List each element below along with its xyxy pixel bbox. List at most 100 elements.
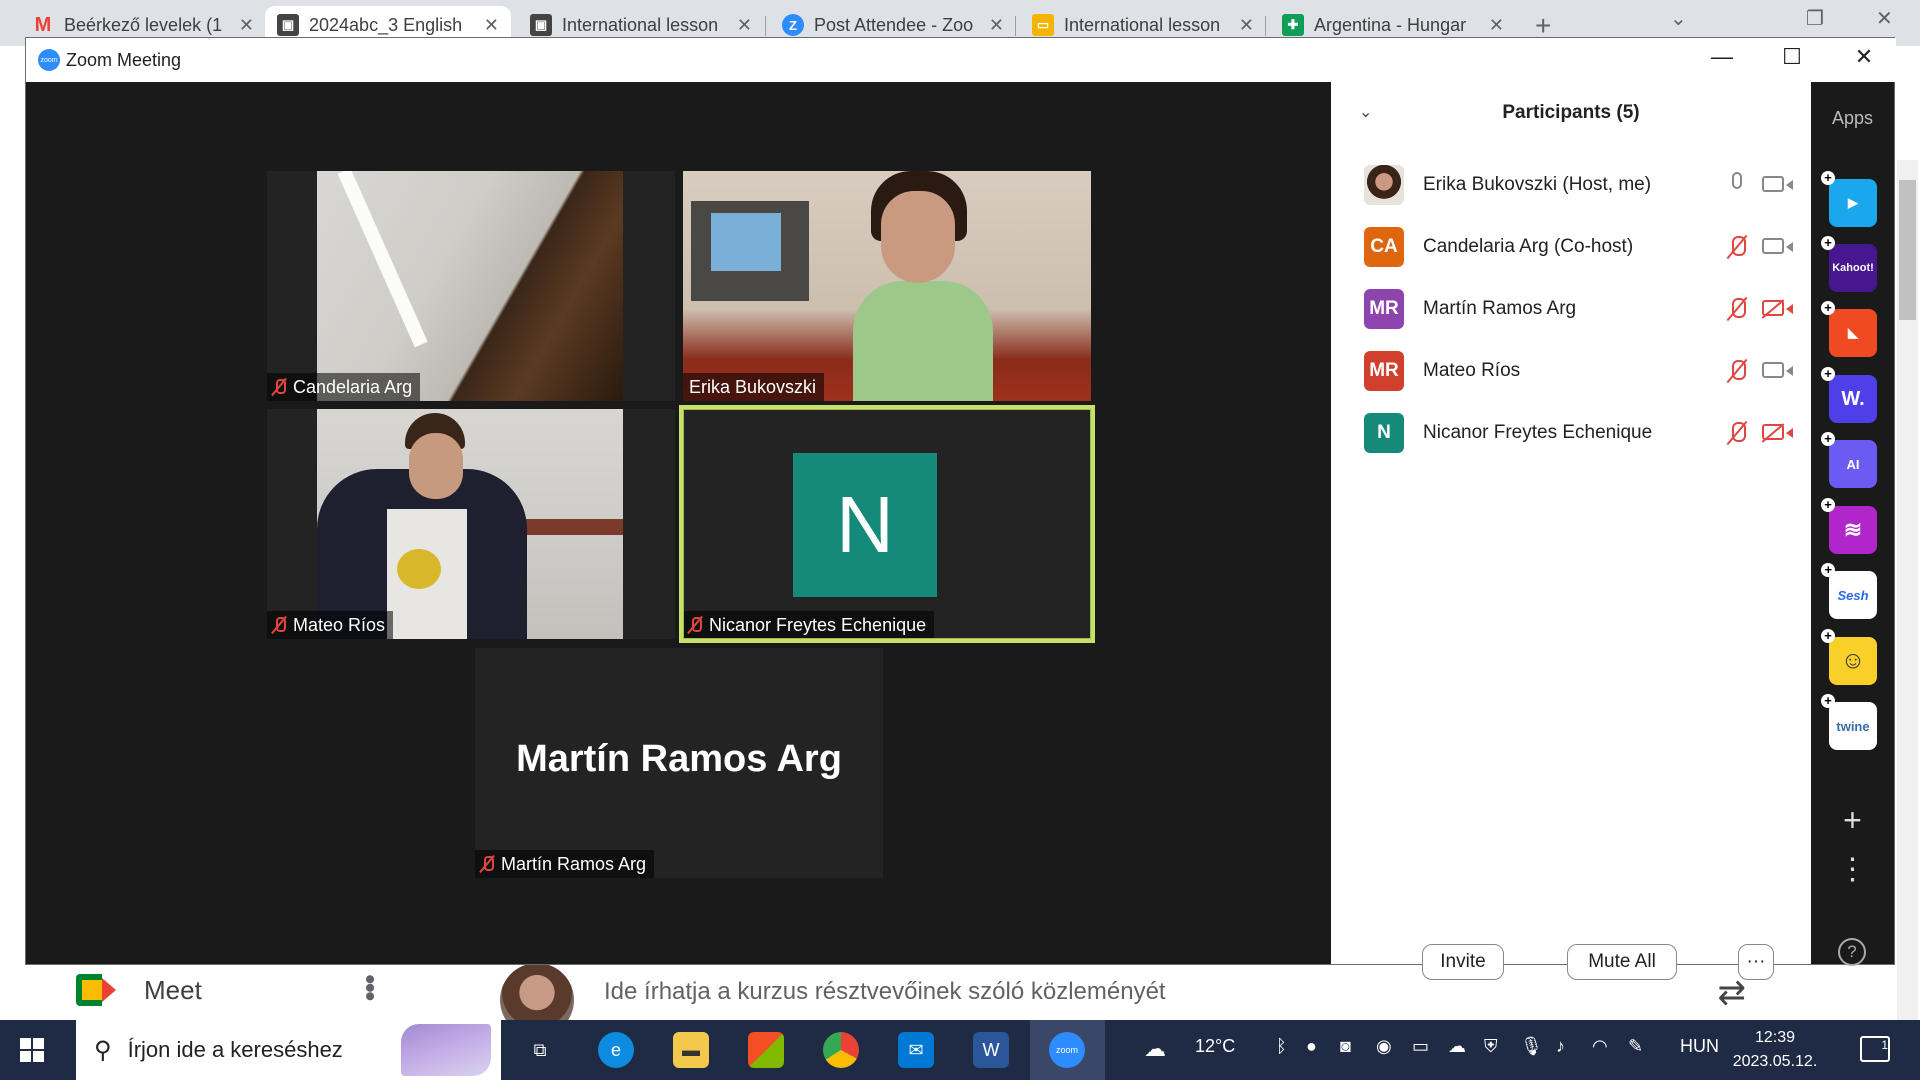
avatar: CA (1364, 227, 1404, 267)
video-gallery: Candelaria Arg Erika Bukovszki Mateo Río… (26, 82, 1330, 964)
store-icon[interactable] (748, 1032, 784, 1068)
tab-title: Beérkező levelek (1 (64, 14, 223, 35)
more-icon[interactable]: ⋮ (1811, 852, 1894, 887)
restore-icon[interactable]: ❐ (1806, 6, 1824, 31)
kahoot-app-icon[interactable]: + Kahoot! (1821, 236, 1877, 292)
meet-bar[interactable]: Meet ••• (46, 962, 411, 1018)
participants-title: Participants (5) (1502, 102, 1640, 123)
repost-icon[interactable]: ⇄ (1718, 973, 1747, 1013)
participant-name: Erika Bukovszki (689, 376, 817, 397)
close-icon[interactable]: ✕ (239, 15, 254, 36)
more-options-button[interactable]: ··· (1738, 944, 1774, 980)
weather-icon[interactable]: ☁ (1144, 1036, 1166, 1062)
mail-icon[interactable]: ✉ (898, 1032, 934, 1068)
wifi-icon[interactable]: ◠ (1592, 1036, 1608, 1057)
bluetooth-icon[interactable]: ᛒ (1276, 1036, 1287, 1057)
tab-title: International lesson (1064, 14, 1221, 35)
microphone-icon[interactable]: 🎙 (1520, 1036, 1543, 1057)
close-icon[interactable]: ✕ (989, 15, 1004, 36)
chrome-icon[interactable] (823, 1032, 859, 1068)
close-icon[interactable]: ✕ (484, 15, 499, 36)
zoom-window: zoom Zoom Meeting — ☐ ✕ Candelaria Arg E… (25, 37, 1896, 980)
participant-row[interactable]: CA Candelaria Arg (Co-host) (1331, 216, 1811, 278)
clock-date: 2023.05.12. (1732, 1053, 1818, 1070)
camera-off-icon[interactable] (1762, 300, 1793, 318)
add-app-icon[interactable]: + (1811, 802, 1894, 839)
camera-icon[interactable] (1762, 176, 1793, 194)
volume-icon[interactable]: ♪ (1556, 1036, 1565, 1057)
participant-name: Candelaria Arg (293, 376, 413, 397)
participant-row[interactable]: MR Martín Ramos Arg (1331, 278, 1811, 340)
language-indicator[interactable]: HUN (1680, 1036, 1719, 1057)
windows-start-icon[interactable] (20, 1038, 44, 1062)
onedrive-icon[interactable]: ☁ (1448, 1036, 1466, 1057)
taskbar-search[interactable]: ⚲ Írjon ide a kereséshez (76, 1020, 501, 1080)
mic-muted-icon (273, 378, 286, 396)
chevron-down-icon[interactable]: ⌄ (1670, 6, 1687, 31)
security-icon[interactable]: ⛨ (1484, 1036, 1498, 1057)
classroom-icon: ▣ (530, 14, 552, 36)
camera-off-icon[interactable] (1762, 424, 1793, 442)
wooclap-app-icon[interactable]: + W. (1821, 367, 1877, 423)
microphone-muted-icon[interactable] (1726, 358, 1748, 384)
sheets-icon: ✚ (1282, 14, 1304, 36)
task-view-icon[interactable]: ⧉ (522, 1032, 558, 1068)
mute-all-button[interactable]: Mute All (1567, 944, 1677, 980)
close-icon[interactable]: ✕ (1239, 15, 1254, 36)
more-options-icon[interactable]: ••• (352, 974, 386, 1000)
ai-app-icon[interactable]: + AI (1821, 432, 1877, 488)
zoom-logo-icon: zoom (38, 49, 60, 71)
help-icon[interactable]: ? (1838, 938, 1866, 966)
page-scrollbar[interactable] (1897, 160, 1918, 1020)
close-icon[interactable]: ✕ (1844, 44, 1884, 70)
clock[interactable]: 12:39 2023.05.12. (1720, 1026, 1830, 1074)
participant-name: Erika Bukovszki (Host, me) (1423, 174, 1652, 195)
microphone-muted-icon[interactable] (1726, 234, 1748, 260)
participant-row[interactable]: N Nicanor Freytes Echenique (1331, 402, 1811, 464)
file-explorer-icon[interactable]: ▬ (673, 1032, 709, 1068)
sesh-app-icon[interactable]: + Sesh (1821, 563, 1877, 619)
camera-icon[interactable] (1762, 238, 1793, 256)
zoom-tray-icon[interactable]: ● (1306, 1036, 1317, 1057)
microphone-muted-icon[interactable] (1726, 420, 1748, 446)
tray-app-icon[interactable]: ◙ (1340, 1036, 1351, 1057)
video-feed (317, 171, 623, 401)
invite-button[interactable]: Invite (1422, 944, 1504, 980)
tile-name-label: Martín Ramos Arg (475, 850, 655, 878)
pen-icon[interactable]: ✎ (1628, 1036, 1643, 1057)
weather-temp[interactable]: 12°C (1195, 1036, 1235, 1057)
tab-title: Post Attendee - Zoo (814, 14, 974, 35)
edge-icon[interactable]: e (598, 1032, 634, 1068)
participant-row[interactable]: Erika Bukovszki (Host, me) (1331, 154, 1811, 216)
tile-name-label: Mateo Ríos (267, 611, 394, 639)
camera-icon[interactable] (1762, 362, 1793, 380)
scrollbar-thumb[interactable] (1899, 180, 1916, 320)
red-app-icon[interactable]: + ◣ (1821, 301, 1877, 357)
stripes-app-icon[interactable]: + ≋ (1821, 498, 1877, 554)
participant-row[interactable]: MR Mateo Ríos (1331, 340, 1811, 402)
video-tile-mateo[interactable]: Mateo Ríos (267, 409, 675, 639)
close-icon[interactable]: ✕ (737, 15, 752, 36)
battery-icon[interactable]: ▭ (1412, 1036, 1429, 1057)
window-title: Zoom Meeting (66, 49, 182, 70)
tab-separator (1265, 16, 1266, 36)
flip-app-icon[interactable]: + ▶ (1821, 171, 1877, 227)
emoji-app-icon[interactable]: + ☺ (1821, 629, 1877, 685)
microphone-icon[interactable] (1726, 172, 1748, 198)
word-icon[interactable]: W (973, 1032, 1009, 1068)
tray-app-icon[interactable]: ◉ (1376, 1036, 1392, 1057)
video-tile-candelaria[interactable]: Candelaria Arg (267, 171, 675, 401)
notification-icon[interactable]: 1 (1860, 1036, 1890, 1062)
microphone-muted-icon[interactable] (1726, 296, 1748, 322)
clock-time: 12:39 (1754, 1029, 1796, 1046)
zoom-taskbar-icon[interactable]: zoom (1049, 1032, 1085, 1068)
video-tile-erika[interactable]: Erika Bukovszki (683, 171, 1091, 401)
maximize-icon[interactable]: ☐ (1772, 44, 1812, 70)
close-window-icon[interactable]: ✕ (1876, 6, 1893, 31)
minimize-icon[interactable]: — (1702, 44, 1742, 70)
close-icon[interactable]: ✕ (1489, 15, 1504, 36)
participant-name: Martín Ramos Arg (501, 853, 647, 874)
video-tile-martin[interactable]: Martín Ramos Arg Martín Ramos Arg (475, 648, 883, 878)
avatar: N (1364, 413, 1404, 453)
twine-app-icon[interactable]: + twine (1821, 694, 1877, 750)
